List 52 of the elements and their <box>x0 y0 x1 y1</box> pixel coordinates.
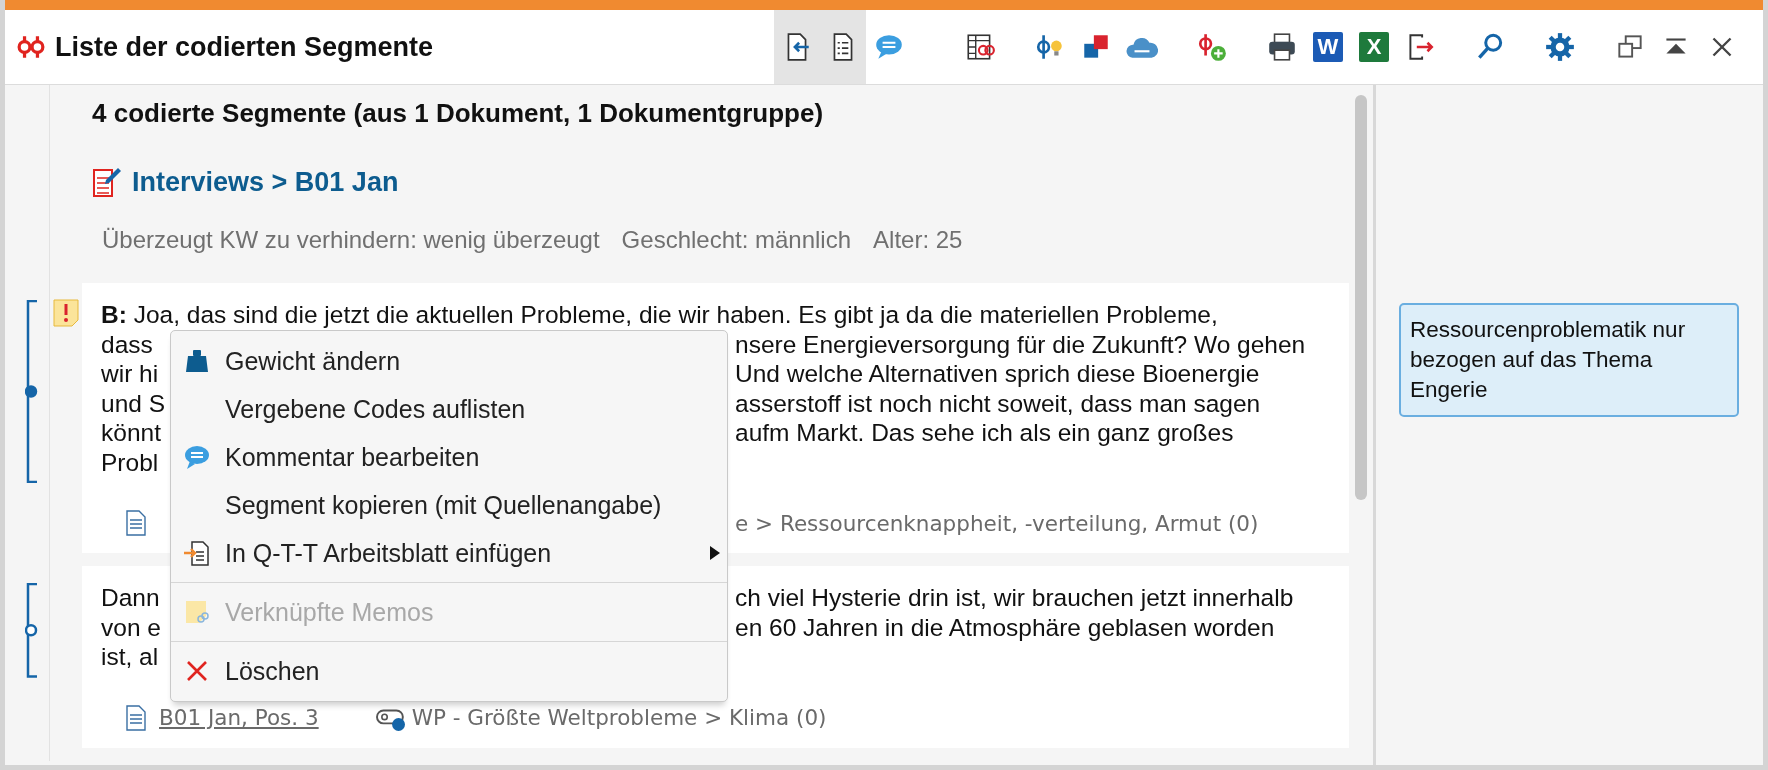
segment-count: 4 codierte Segmente (aus 1 Dokument, 1 Dokumentgruppe) <box>92 97 825 130</box>
segment-bracket[interactable] <box>25 583 39 678</box>
memo-icon[interactable] <box>53 299 79 327</box>
segment-text: ch viel Hysterie drin ist, wir brauchen jetzt innerhalb <box>735 583 1294 613</box>
printer-icon <box>1266 31 1298 63</box>
segment-text: dass <box>101 330 153 358</box>
segment-text: aufm Markt. Das sehe ich als ein ganz großes <box>735 418 1234 448</box>
segment-text: von e <box>101 613 161 641</box>
code-path: WP - Größte Weltprobleme > Klima (0) <box>411 705 827 730</box>
segment-text: ist, al <box>101 642 159 672</box>
document-link[interactable]: Interviews > B01 Jan <box>132 166 399 198</box>
window-title: Liste der codierten Segmente <box>55 31 434 63</box>
table-code-icon <box>964 31 996 63</box>
settings-icon <box>1544 31 1576 63</box>
segment-text: nsere Energieversorgung für die Zukunft? Wo gehen <box>735 329 1306 359</box>
menu-item[interactable]: Löschen <box>171 647 727 695</box>
menu-item[interactable]: Gewicht ändern <box>171 337 727 385</box>
document-attribute: Alter: 25 <box>873 226 963 254</box>
document-icon <box>125 509 147 537</box>
app-icon <box>17 33 45 61</box>
segment-text: wir hi <box>101 360 159 387</box>
segment-text: Probl <box>101 447 159 477</box>
segment-text: B: Joa, das sind die jetzt die aktuellen Probleme, die wir haben. Es gibt ja da die materiellen Probleme, <box>101 300 1218 330</box>
segment-text: könnt <box>101 419 161 446</box>
menu-item[interactable]: Segment kopieren (mit Quellenangabe) <box>171 481 727 529</box>
document-edit-icon <box>92 166 122 198</box>
document-icon <box>125 703 147 732</box>
segment-text: und S <box>101 389 166 417</box>
document-insert-icon <box>183 539 211 567</box>
linked-memo-icon <box>183 598 211 626</box>
segment-text: asserstoff ist noch nicht soweit, dass man sagen <box>735 388 1261 418</box>
scrollbar-thumb[interactable] <box>1355 95 1367 500</box>
weight-icon <box>184 348 210 374</box>
list-button[interactable] <box>820 10 866 84</box>
word-export-button[interactable]: W <box>1305 10 1351 84</box>
segment-text: en 60 Jahren in die Atmosphäre geblasen worden <box>735 612 1275 642</box>
segment-text: Und welche Alternativen sprich diese Bioenergie <box>735 359 1260 389</box>
document-attribute: Überzeugt KW zu verhindern: wenig überzeugt <box>102 226 600 254</box>
memo-note: Ressourcenproblematik nur bezogen auf das Thema Engerie <box>1399 303 1739 417</box>
code-add-icon <box>1196 31 1228 63</box>
comment-icon <box>183 444 211 470</box>
excel-export-button[interactable]: X <box>1351 10 1397 84</box>
menu-item[interactable]: Vergebene Codes auflisten <box>171 385 727 433</box>
code-path: e > Ressourcenknappheit, -verteilung, Armut (0) <box>735 510 1259 536</box>
segment-text: Dann <box>101 584 160 611</box>
source-link[interactable]: B01 Jan, Pos. 3 <box>159 705 319 730</box>
menu-item[interactable]: Kommentar bearbeiten <box>171 433 727 481</box>
menu-item[interactable]: In Q-T-T Arbeitsblatt einfügen <box>171 529 727 577</box>
import-button[interactable] <box>774 10 820 84</box>
document-attribute: Geschlecht: männlich <box>621 226 852 254</box>
segment-bracket[interactable] <box>25 300 39 483</box>
delete-icon <box>185 659 209 683</box>
